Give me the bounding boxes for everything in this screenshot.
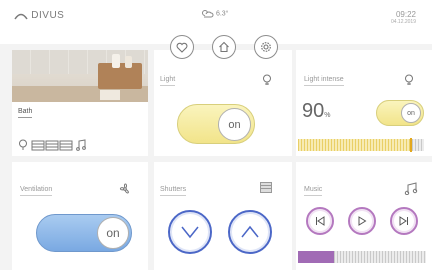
ventilation-toggle[interactable]: on <box>36 214 132 252</box>
bulb-icon <box>405 74 413 85</box>
clock: 09:22 04.12.2019 <box>391 10 416 25</box>
logo-arc-icon <box>14 14 28 20</box>
clock-date: 04.12.2019 <box>390 19 416 25</box>
bath-label: Bath <box>18 108 33 118</box>
light-intensity-slider-fill <box>298 139 412 151</box>
music-play-button[interactable] <box>348 207 376 235</box>
light-intensity-toggle-knob: on <box>401 103 421 123</box>
music-volume-slider[interactable] <box>298 251 426 263</box>
shutter-icon <box>31 140 73 151</box>
music-notes-icon <box>404 182 418 195</box>
skip-back-icon <box>316 216 325 226</box>
light-intensity-value: 90 <box>302 100 325 122</box>
light-intensity-slider-handle[interactable] <box>410 138 413 152</box>
light-toggle[interactable]: on <box>177 104 255 144</box>
fan-icon <box>119 183 129 194</box>
skip-forward-icon <box>399 216 408 226</box>
bulb-icon <box>263 74 271 85</box>
shutters-label: Shutters <box>160 186 187 196</box>
music-label: Music <box>304 186 323 196</box>
shutters-up-button[interactable] <box>228 210 272 254</box>
play-icon <box>358 216 367 226</box>
tile-ventilation: Ventilation on <box>12 162 148 270</box>
tile-light: Light on <box>154 50 292 156</box>
weather-temperature: 6.3° <box>215 10 229 18</box>
chevron-up-icon <box>241 225 259 238</box>
settings-button[interactable] <box>254 35 278 59</box>
light-intensity-label: Light intense <box>304 76 344 86</box>
clock-time: 09:22 <box>395 10 416 19</box>
light-toggle-knob: on <box>218 108 251 141</box>
shutter-icon <box>260 182 272 193</box>
tile-light-intensity: Light intense 90% on <box>296 50 432 156</box>
tile-music: Music <box>296 162 432 270</box>
divus-logo: DIVUS <box>14 10 64 21</box>
weather-widget: 6.3° <box>200 9 228 18</box>
music-previous-button[interactable] <box>306 207 334 235</box>
light-intensity-toggle[interactable]: on <box>376 100 424 126</box>
ventilation-label: Ventilation <box>20 186 53 196</box>
light-intensity-slider[interactable] <box>298 138 424 152</box>
shutters-down-button[interactable] <box>168 210 212 254</box>
gear-icon <box>261 42 271 52</box>
music-next-button[interactable] <box>390 207 418 235</box>
ventilation-toggle-knob: on <box>97 217 129 249</box>
home-button[interactable] <box>212 35 236 59</box>
music-note-icon <box>76 139 86 151</box>
home-icon <box>219 41 229 53</box>
heart-icon <box>176 42 188 53</box>
light-intensity-unit: % <box>324 112 331 119</box>
chevron-down-icon <box>181 226 199 239</box>
cloud-sun-icon <box>202 10 214 18</box>
logo-text: DIVUS <box>31 10 65 21</box>
bath-device-icons <box>18 138 88 156</box>
bath-room-photo <box>12 50 148 102</box>
tile-shutters: Shutters <box>154 162 292 270</box>
light-label: Light <box>160 76 176 86</box>
light-intensity-value-display: 90% <box>302 100 330 123</box>
bulb-icon <box>19 139 27 150</box>
tile-bath[interactable]: Bath <box>12 50 148 156</box>
music-volume-slider-fill <box>298 251 334 263</box>
favorites-button[interactable] <box>170 35 194 59</box>
